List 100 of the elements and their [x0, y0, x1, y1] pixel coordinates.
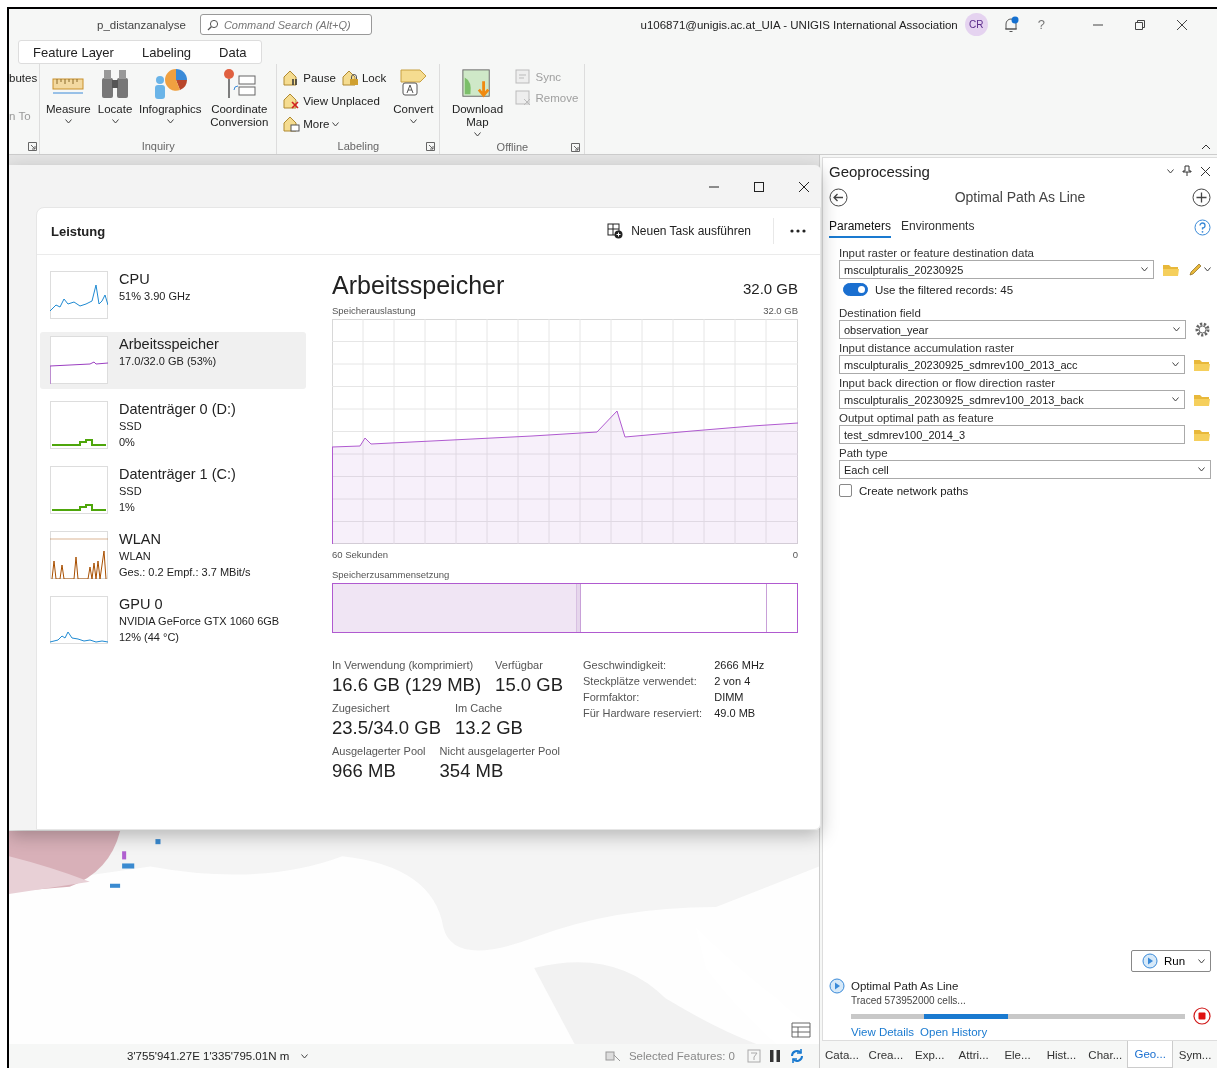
- text-field[interactable]: test_sdmrev100_2014_3: [839, 425, 1185, 444]
- resource-item[interactable]: Arbeitsspeicher 17.0/32.0 GB (53%): [40, 332, 306, 389]
- coordinates-readout: 3'755'941.27E 1'335'795.01N m: [127, 1050, 290, 1062]
- command-search-field[interactable]: Command Search (Alt+Q): [199, 14, 372, 35]
- progress-message: Traced 573952000 cells...: [850, 995, 967, 1006]
- add-icon[interactable]: [1192, 187, 1211, 207]
- resource-name: Arbeitsspeicher: [119, 336, 219, 353]
- stat-value: 23.5/34.0 GB: [332, 717, 442, 739]
- caret-icon: [166, 119, 174, 124]
- dialog-launcher-icon[interactable]: [28, 141, 37, 151]
- ribbon-tab[interactable]: Feature Layer: [19, 44, 128, 60]
- run-new-task-button[interactable]: Neuen Task ausführen: [601, 222, 757, 240]
- ribbon-button[interactable]: Lock: [339, 68, 389, 88]
- dropdown-field[interactable]: msculpturalis_20230925_sdmrev100_2013_acc: [839, 355, 1185, 374]
- back-icon[interactable]: [829, 187, 848, 207]
- dock-tab[interactable]: Crea...: [863, 1041, 908, 1068]
- binoculars-icon: [100, 68, 130, 100]
- ribbon-button[interactable]: More: [281, 114, 389, 134]
- ribbon-command[interactable]: butes: [9, 72, 37, 84]
- ribbon-button[interactable]: Measure: [44, 66, 93, 126]
- group-label: Labeling: [337, 140, 380, 152]
- select-features-icon[interactable]: [604, 1049, 621, 1063]
- pane-tab[interactable]: Parameters: [829, 216, 892, 238]
- ribbon-tab[interactable]: Data: [205, 44, 261, 60]
- tag-cross-icon: [283, 93, 301, 109]
- caret-icon: [332, 121, 340, 127]
- help-button[interactable]: ?: [1037, 17, 1045, 32]
- usage-thumbnail: [50, 596, 108, 644]
- table-icon[interactable]: [791, 1020, 811, 1038]
- close-icon[interactable]: [1200, 165, 1211, 177]
- dock-tab[interactable]: Exp...: [907, 1041, 952, 1068]
- resource-detail: 12% (44 °C): [119, 630, 181, 645]
- spec-value: DIMM: [714, 691, 745, 703]
- stat-value: 966 MB: [332, 760, 397, 782]
- ribbon-button[interactable]: Infographics: [137, 66, 204, 126]
- resource-item[interactable]: GPU 0 NVIDIA GeForce GTX 1060 6GB 12% (44 °C): [40, 592, 306, 649]
- resource-item[interactable]: Datenträger 1 (C:) SSD 1%: [40, 462, 306, 519]
- refresh-icon[interactable]: [789, 1048, 805, 1064]
- more-options-icon[interactable]: [790, 229, 806, 233]
- toggle-switch[interactable]: [843, 283, 868, 296]
- dock-tab[interactable]: Ele...: [995, 1041, 1040, 1068]
- ribbon-button[interactable]: Coordinate Conversion: [206, 66, 273, 131]
- total-memory: 32.0 GB: [742, 280, 798, 299]
- toggle-label: Use the filtered records: 45: [875, 283, 1014, 296]
- link[interactable]: Open History: [920, 1026, 988, 1038]
- dropdown-field[interactable]: msculpturalis_20230925: [839, 260, 1154, 279]
- resource-name: Datenträger 1 (C:): [119, 466, 236, 483]
- caret-icon: [64, 119, 72, 124]
- dock-tab[interactable]: Sym...: [1173, 1041, 1217, 1068]
- parameter-label: Input distance accumulation raster: [839, 341, 1016, 355]
- gear-icon[interactable]: [1194, 321, 1211, 338]
- link[interactable]: View Details: [851, 1026, 915, 1038]
- caret-icon: [1172, 362, 1179, 367]
- dropdown-field[interactable]: observation_year: [839, 320, 1186, 339]
- pin-icon[interactable]: [1182, 165, 1192, 177]
- checkbox-label: Create network paths: [859, 484, 969, 497]
- dock-tab[interactable]: Geo...: [1127, 1041, 1174, 1068]
- checkbox[interactable]: [839, 484, 852, 497]
- pencil-button[interactable]: [1188, 262, 1211, 277]
- close-icon[interactable]: [1176, 18, 1188, 31]
- pane-tab[interactable]: Environments: [901, 216, 975, 238]
- running-tool-name: Optimal Path As Line: [851, 980, 959, 992]
- caret-icon: [1141, 267, 1148, 272]
- dropdown-field[interactable]: msculpturalis_20230925_sdmrev100_2013_back: [839, 390, 1185, 409]
- ribbon-tab[interactable]: Labeling: [127, 44, 206, 60]
- stop-icon[interactable]: [1193, 1007, 1211, 1025]
- ribbon-button[interactable]: Locate: [95, 66, 135, 126]
- caret-icon: [1172, 397, 1179, 402]
- collapse-ribbon-icon[interactable]: [1201, 144, 1211, 150]
- time-axis-start: 60 Sekunden: [332, 549, 388, 560]
- resource-item[interactable]: CPU 51% 3.90 GHz: [40, 267, 306, 324]
- spec-value: 2 von 4: [714, 675, 752, 687]
- maximize-icon[interactable]: [753, 181, 765, 193]
- caret-icon: [1173, 327, 1180, 332]
- dialog-launcher-icon[interactable]: [571, 143, 581, 152]
- account-name[interactable]: u106871@unigis.ac.at_UIA - UNIGIS International Association: [640, 18, 958, 31]
- run-button[interactable]: Run: [1131, 950, 1211, 972]
- dock-tab[interactable]: Cata...: [820, 1041, 864, 1068]
- restore-icon[interactable]: [1134, 18, 1146, 31]
- resource-item[interactable]: Datenträger 0 (D:) SSD 0%: [40, 397, 306, 454]
- spec-label: Formfaktor:: [583, 691, 641, 703]
- ribbon-button[interactable]: Download Map: [444, 66, 511, 139]
- close-icon[interactable]: [798, 181, 810, 193]
- spec-label: Für Hardware reserviert:: [583, 707, 703, 719]
- dock-tab[interactable]: Char...: [1083, 1041, 1128, 1068]
- resource-detail: SSD: [119, 484, 143, 499]
- dock-tab[interactable]: Hist...: [1039, 1041, 1084, 1068]
- pause-icon[interactable]: [769, 1049, 781, 1063]
- user-avatar[interactable]: CR: [964, 13, 988, 36]
- spec-label: Geschwindigkeit:: [583, 659, 668, 671]
- resource-item[interactable]: WLAN WLAN Ges.: 0.2 Empf.: 3.7 MBit/s: [40, 527, 306, 584]
- dropdown-field[interactable]: Each cell: [839, 460, 1211, 479]
- dialog-launcher-icon[interactable]: [426, 142, 436, 151]
- ribbon-button[interactable]: View Unplaced: [281, 91, 389, 111]
- dock-tab[interactable]: Attri...: [951, 1041, 996, 1068]
- new-task-icon: [607, 223, 624, 239]
- ribbon-button[interactable]: Convert: [391, 66, 436, 126]
- help-icon[interactable]: [1194, 218, 1211, 236]
- ribbon-button[interactable]: Pause: [281, 68, 338, 88]
- resource-detail: WLAN: [119, 549, 152, 564]
